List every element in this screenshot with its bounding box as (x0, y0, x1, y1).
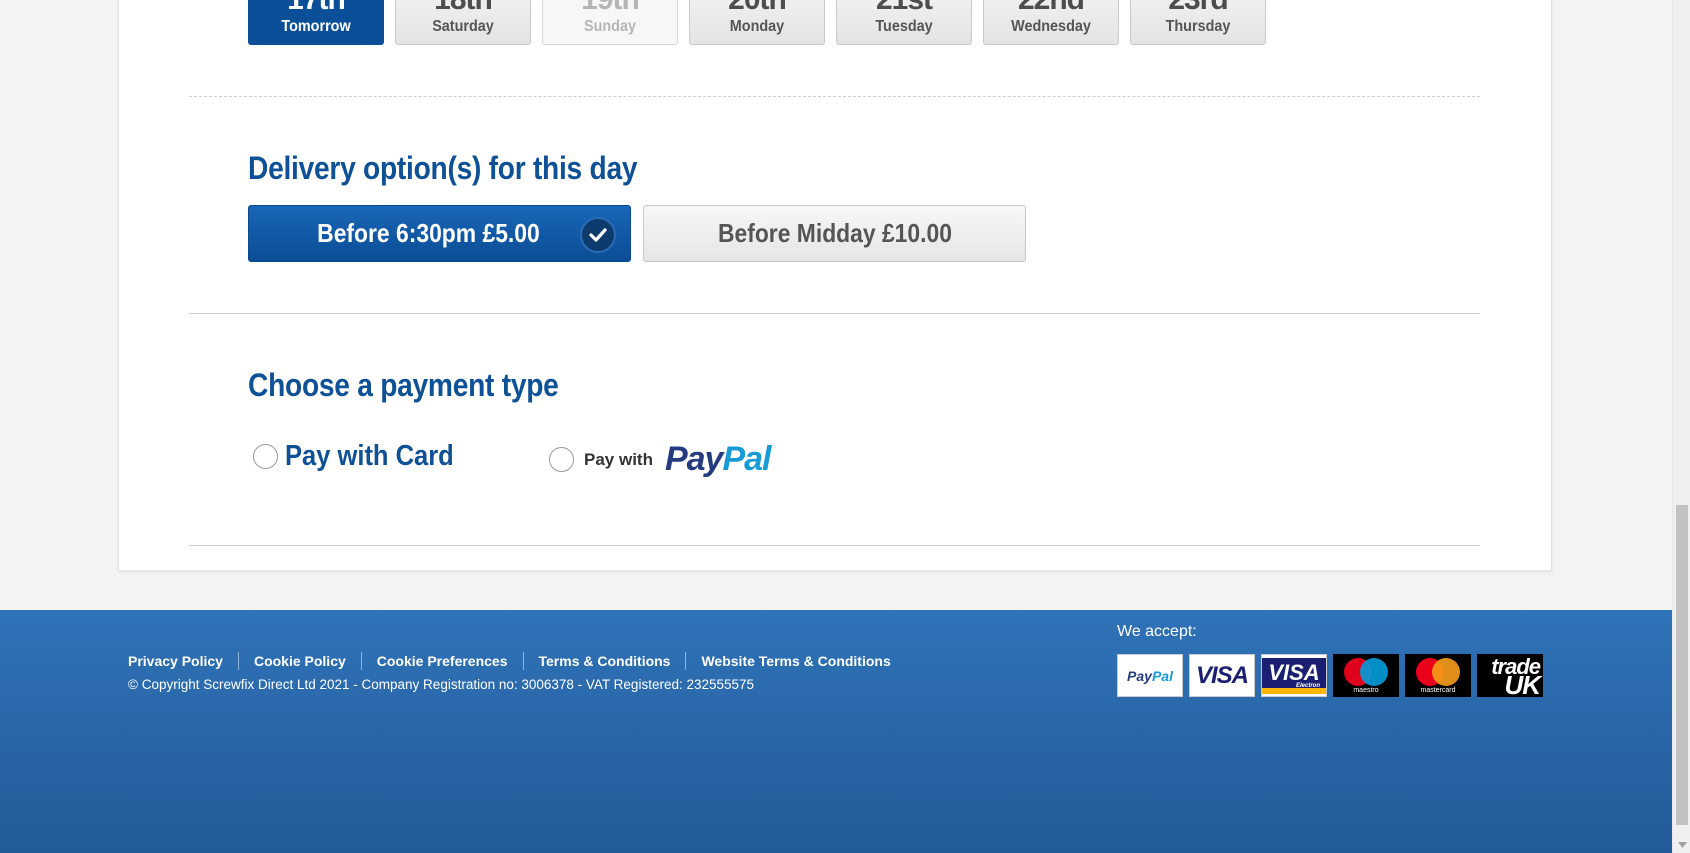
dashed-divider (189, 96, 1480, 97)
day-tab-saturday[interactable]: 18th Saturday (395, 0, 531, 45)
day-tab-wednesday[interactable]: 22nd Wednesday (983, 0, 1119, 45)
website-terms-link[interactable]: Website Terms & Conditions (685, 652, 905, 670)
checkout-card (118, 0, 1552, 571)
vertical-scrollbar[interactable] (1672, 0, 1690, 853)
visa-electron-card-icon: VISA Electron (1261, 654, 1327, 697)
day-tab-label: Thursday (1165, 18, 1231, 35)
day-tab-label: Monday (729, 18, 785, 35)
site-footer: Privacy Policy Cookie Policy Cookie Pref… (0, 610, 1672, 853)
section-divider (189, 545, 1480, 546)
day-tab-label: Tomorrow (281, 18, 351, 35)
pay-with-card-radio[interactable] (253, 444, 278, 469)
day-tab-tuesday[interactable]: 21st Tuesday (836, 0, 972, 45)
day-tab-number: 20th (690, 0, 824, 17)
trade-uk-text-b: UK (1504, 669, 1541, 698)
visa-electron-sub: Electron (1295, 683, 1320, 689)
day-tab-label: Saturday (432, 18, 494, 35)
delivery-options-heading: Delivery option(s) for this day (248, 150, 638, 186)
pay-with-text: Pay with (584, 449, 653, 469)
copyright-text: © Copyright Screwfix Direct Ltd 2021 - C… (128, 677, 755, 692)
day-tab-tomorrow[interactable]: 17th Tomorrow (248, 0, 384, 45)
cookie-policy-link[interactable]: Cookie Policy (237, 652, 361, 670)
maestro-text: maestro (1353, 687, 1379, 694)
we-accept-label: We accept: (1117, 623, 1197, 640)
delivery-option-evening-button[interactable]: Before 6:30pm £5.00 (248, 205, 631, 262)
privacy-policy-link[interactable]: Privacy Policy (128, 652, 238, 670)
maestro-card-icon: maestro (1333, 654, 1399, 697)
paypal-logo-pal: Pal (722, 440, 771, 478)
payment-type-heading: Choose a payment type (248, 367, 559, 403)
mastercard-text: mastercard (1420, 687, 1456, 694)
day-tab-label: Tuesday (875, 18, 933, 35)
visa-card-text: VISA (1195, 661, 1249, 689)
day-tab-number: 22nd (984, 0, 1118, 17)
paypal-card-icon: Pay Pal (1117, 654, 1183, 697)
day-tab-number: 23rd (1131, 0, 1265, 17)
day-tab-sunday: 19th Sunday (542, 0, 678, 45)
delivery-option-label: Before Midday £10.00 (717, 218, 952, 248)
payment-cards: Pay Pal VISA VISA Electron maestro master… (1117, 654, 1543, 697)
paypal-logo-pay: Pay (664, 440, 723, 478)
cookie-preferences-link[interactable]: Cookie Preferences (360, 652, 523, 670)
pay-with-paypal-option[interactable]: Pay with PayPal (549, 440, 772, 479)
pay-with-card-option[interactable]: Pay with Card (253, 440, 477, 473)
day-tab-number: 18th (396, 0, 530, 17)
pay-with-paypal-radio[interactable] (549, 447, 574, 472)
trade-uk-card-icon: trade UK (1477, 654, 1543, 697)
day-tab-thursday[interactable]: 23rd Thursday (1130, 0, 1266, 45)
checkmark-icon (580, 217, 616, 253)
footer-links: Privacy Policy Cookie Policy Cookie Pref… (128, 652, 906, 670)
day-tab-label: Wednesday (1011, 18, 1091, 35)
scrollbar-thumb[interactable] (1676, 505, 1688, 825)
day-tab-label: Sunday (583, 18, 637, 35)
mastercard-card-icon: mastercard (1405, 654, 1471, 697)
paypal-card-pal: Pal (1151, 667, 1173, 684)
day-tab-number: 19th (543, 0, 677, 17)
scroll-down-arrow-icon[interactable] (1673, 836, 1690, 853)
section-divider (189, 313, 1480, 314)
terms-conditions-link[interactable]: Terms & Conditions (522, 652, 686, 670)
day-tab-number: 17th (249, 0, 383, 17)
day-tab-number: 21st (837, 0, 971, 17)
pay-with-card-label: Pay with Card (285, 440, 454, 472)
visa-card-icon: VISA (1189, 654, 1255, 697)
paypal-logo: PayPal (664, 440, 772, 479)
delivery-day-tabs: 17th Tomorrow 18th Saturday 19th Sunday … (248, 0, 1266, 45)
paypal-card-pay: Pay (1127, 667, 1152, 684)
day-tab-monday[interactable]: 20th Monday (689, 0, 825, 45)
delivery-option-label: Before 6:30pm £5.00 (317, 218, 540, 248)
delivery-option-midday-button[interactable]: Before Midday £10.00 (643, 205, 1026, 262)
